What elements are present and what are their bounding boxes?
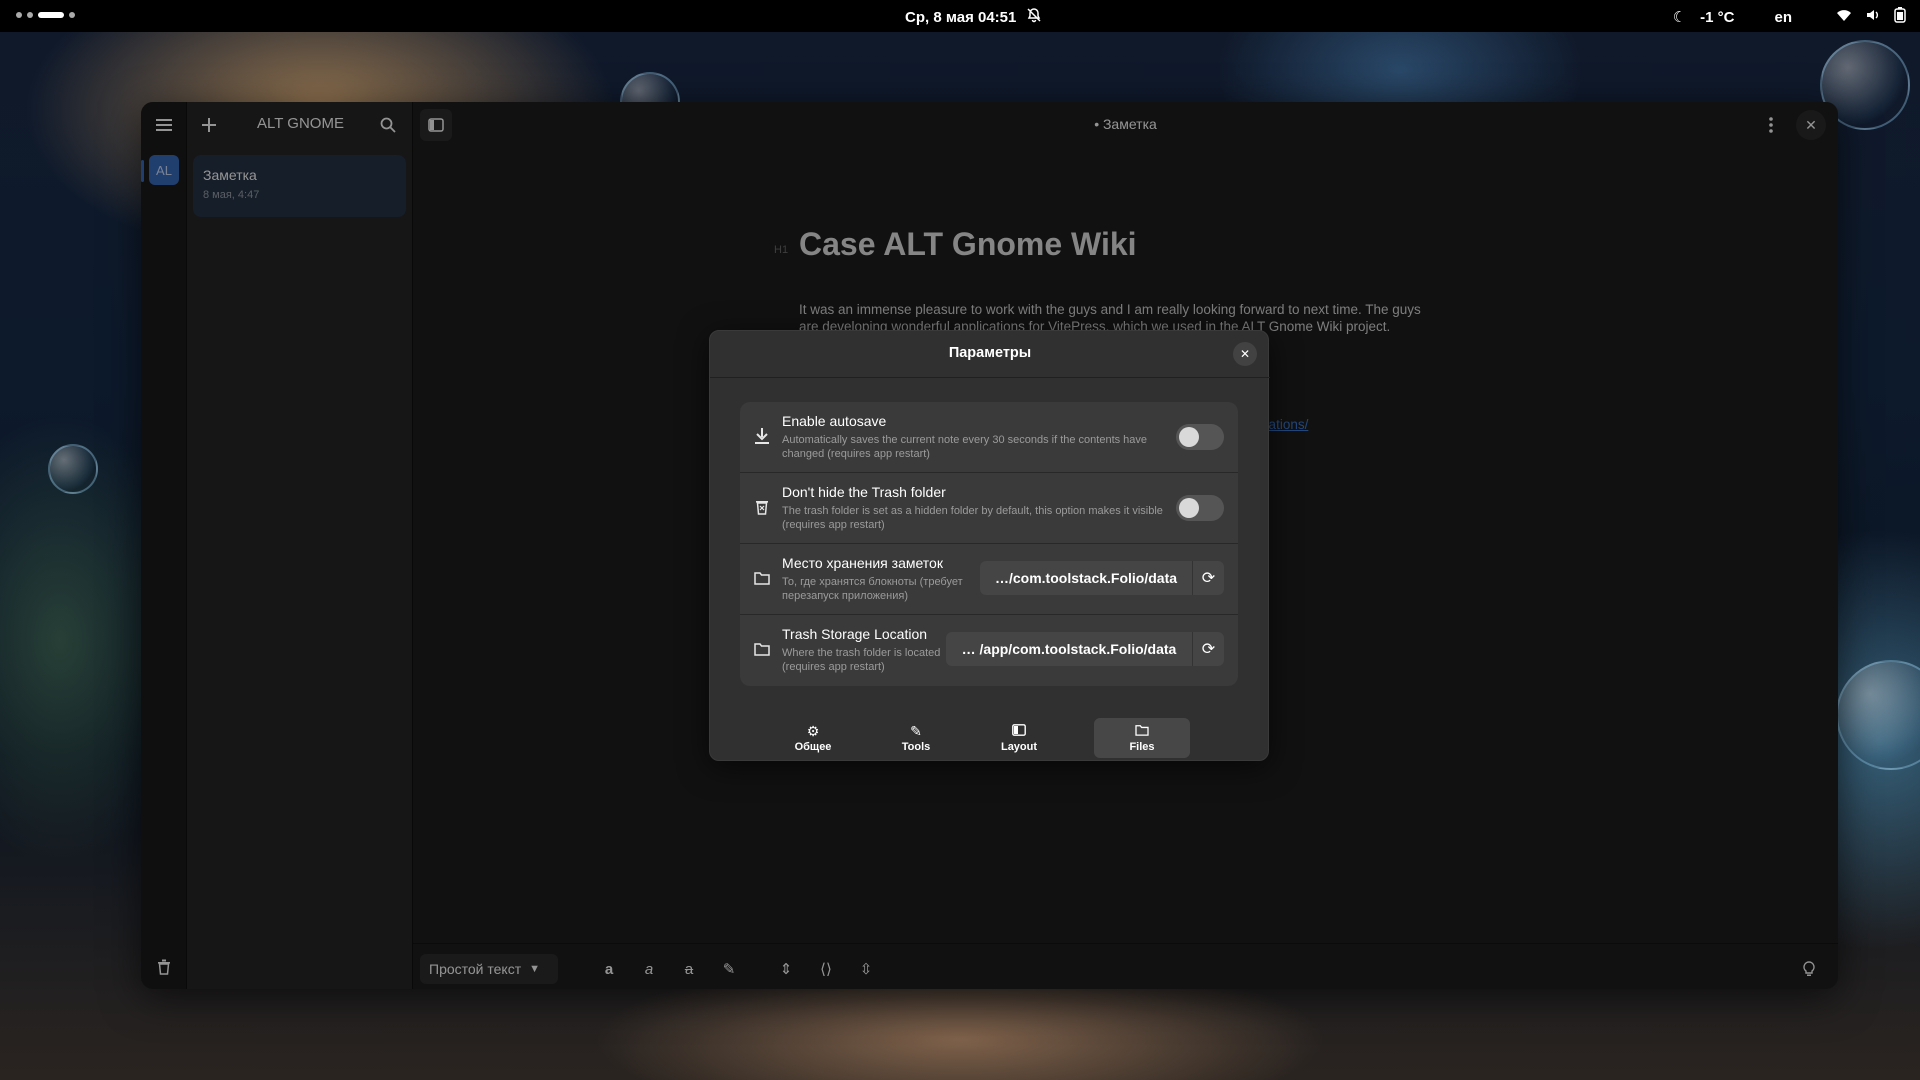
dialog-title: Параметры (948, 345, 1032, 361)
autosave-row: Enable autosave Automatically saves the … (740, 402, 1238, 473)
notes-location-title: Место хранения заметок (782, 555, 943, 571)
trash-location-title: Trash Storage Location (782, 626, 928, 642)
show-trash-title: Don't hide the Trash folder (782, 484, 946, 500)
notes-location-picker[interactable]: …/com.toolstack.Folio/data (980, 561, 1192, 595)
autosave-switch[interactable] (1176, 424, 1224, 450)
switch-knob (1179, 498, 1199, 518)
volume-icon (1866, 8, 1880, 26)
system-tray[interactable]: ☾ -1 °C en (1673, 7, 1906, 27)
download-icon (752, 426, 772, 446)
files-settings-group: Enable autosave Automatically saves the … (740, 402, 1238, 686)
show-trash-switch[interactable] (1176, 495, 1224, 521)
close-icon: ✕ (1239, 347, 1251, 361)
layout-icon (1012, 723, 1026, 739)
notes-location-description: То, где хранятся блокноты (требует перез… (782, 576, 963, 602)
switch-knob (1179, 427, 1199, 447)
trash-icon (752, 497, 772, 517)
clock[interactable]: Ср, 8 мая 04:51 (905, 7, 1042, 27)
battery-icon (1894, 7, 1906, 27)
tab-files[interactable]: Files (1094, 718, 1190, 758)
tab-tools[interactable]: ✎ Tools (868, 718, 964, 758)
tab-label: Общее (794, 741, 832, 753)
trash-location-description: Where the trash folder is located (requi… (782, 647, 941, 673)
tab-label: Files (1129, 741, 1155, 753)
notes-location-row: Место хранения заметок То, где хранятся … (740, 544, 1238, 615)
tab-general[interactable]: ⚙ Общее (765, 718, 861, 758)
folder-icon (752, 639, 772, 659)
folder-icon (1135, 723, 1149, 739)
preferences-dialog: Параметры ✕ Enable autosave Automaticall… (709, 330, 1270, 761)
notifications-muted-icon (1026, 7, 1042, 27)
workspace-indicator[interactable] (16, 12, 75, 18)
show-trash-row: Don't hide the Trash folder The trash fo… (740, 473, 1238, 544)
tab-layout[interactable]: Layout (971, 718, 1067, 758)
refresh-icon: ⟳ (1201, 641, 1216, 658)
gear-icon: ⚙ (806, 723, 820, 739)
autosave-description: Automatically saves the current note eve… (782, 434, 1148, 460)
brush-icon: ✎ (910, 723, 922, 739)
tab-label: Tools (901, 741, 931, 753)
keyboard-layout[interactable]: en (1774, 9, 1792, 26)
night-mode-icon: ☾ (1672, 9, 1687, 26)
tab-label: Layout (1000, 741, 1038, 753)
folder-icon (752, 568, 772, 588)
trash-location-row: Trash Storage Location Where the trash f… (740, 615, 1238, 686)
system-top-bar: Ср, 8 мая 04:51 ☾ -1 °C en (0, 0, 1920, 32)
wifi-icon (1836, 8, 1852, 26)
datetime-text: Ср, 8 мая 04:51 (905, 8, 1017, 26)
dialog-close-button[interactable]: ✕ (1233, 342, 1257, 366)
weather-text: -1 °C (1700, 8, 1735, 26)
trash-location-picker[interactable]: … /app/com.toolstack.Folio/data (946, 632, 1192, 666)
show-trash-description: The trash folder is set as a hidden fold… (782, 505, 1163, 531)
dialog-header-separator (710, 377, 1270, 378)
refresh-icon: ⟳ (1201, 570, 1216, 587)
trash-location-reset-button[interactable]: ⟳ (1192, 632, 1224, 666)
notes-location-reset-button[interactable]: ⟳ (1192, 561, 1224, 595)
preferences-tabs: ⚙ Общее ✎ Tools Layout Files (710, 718, 1270, 758)
autosave-title: Enable autosave (782, 413, 887, 429)
wallpaper-bubble (48, 444, 98, 494)
